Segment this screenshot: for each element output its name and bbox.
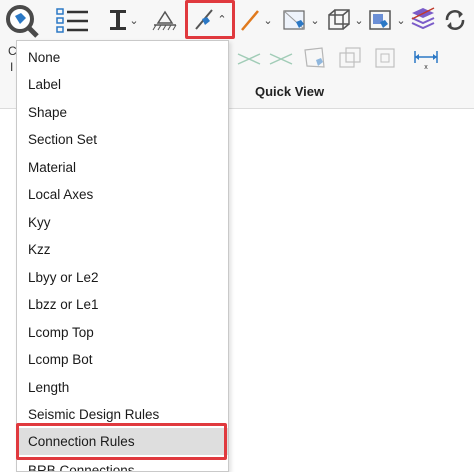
- list-button[interactable]: [52, 6, 92, 36]
- chevron-down-icon: ⌄: [354, 14, 364, 27]
- refresh-button[interactable]: [440, 6, 470, 34]
- search-tag-icon: [6, 5, 39, 38]
- menu-item-material[interactable]: Material: [17, 154, 228, 181]
- member-color-dropdown-button[interactable]: ⌄: [238, 6, 274, 34]
- panel-icon: [283, 10, 305, 30]
- panel-outline-button[interactable]: [370, 44, 400, 72]
- dimension-x-icon: x: [414, 51, 438, 70]
- member-label-highlight: [185, 0, 235, 39]
- panel-dropdown-button[interactable]: ⌄: [280, 6, 322, 34]
- chevron-down-icon: ⌄: [263, 14, 273, 27]
- member-merge-button[interactable]: [266, 46, 296, 72]
- layers-icon: [411, 7, 435, 30]
- member-split-button[interactable]: [234, 46, 264, 72]
- list-icon: [56, 8, 88, 33]
- panel-edit-button[interactable]: [298, 44, 330, 72]
- support-button[interactable]: [150, 6, 180, 34]
- ribbon-edge-text-2: I: [10, 60, 14, 74]
- menu-item-length[interactable]: Length: [17, 374, 228, 401]
- cube-icon: [328, 9, 351, 30]
- menu-item-local-axes[interactable]: Local Axes: [17, 181, 228, 208]
- member-merge-icon: [269, 53, 293, 65]
- menu-item-none[interactable]: None: [17, 44, 228, 71]
- cube-frame-button[interactable]: [334, 44, 366, 72]
- menu-item-section-set[interactable]: Section Set: [17, 126, 228, 153]
- cube-frame-icon: [339, 47, 361, 68]
- ibeam-icon: [110, 10, 127, 30]
- label-dropdown-menu: None Label Shape Section Set Material Lo…: [16, 40, 229, 472]
- member-split-icon: [237, 53, 261, 65]
- menu-item-lcomp-top[interactable]: Lcomp Top: [17, 319, 228, 346]
- menu-item-lcomp-bot[interactable]: Lcomp Bot: [17, 346, 228, 373]
- layers-button[interactable]: [408, 4, 438, 34]
- menu-item-lbzz[interactable]: Lbzz or Le1: [17, 291, 228, 318]
- dimension-x-button[interactable]: x: [410, 46, 442, 72]
- ibeam-dropdown-button[interactable]: ⌄: [106, 6, 142, 34]
- quick-view-group-label: Quick View: [255, 84, 325, 99]
- menu-item-kzz[interactable]: Kzz: [17, 236, 228, 263]
- chevron-down-icon: ⌄: [310, 14, 320, 27]
- member-color-icon: [241, 10, 260, 31]
- panel-edit-icon: [304, 47, 325, 68]
- support-icon: [152, 10, 177, 31]
- connection-rules-highlight: [16, 423, 227, 460]
- svg-text:x: x: [424, 64, 428, 70]
- cube-dropdown-button[interactable]: ⌄: [324, 6, 366, 34]
- menu-item-shape[interactable]: Shape: [17, 99, 228, 126]
- chevron-down-icon: ⌄: [396, 14, 406, 27]
- menu-item-label[interactable]: Label: [17, 71, 228, 98]
- search-tag-button[interactable]: [2, 4, 42, 38]
- menu-item-lbyy[interactable]: Lbyy or Le2: [17, 264, 228, 291]
- menu-item-kyy[interactable]: Kyy: [17, 209, 228, 236]
- refresh-icon: [445, 10, 465, 30]
- chevron-down-icon: ⌄: [129, 14, 139, 27]
- panel-outline-icon: [375, 48, 395, 68]
- frame-dropdown-button[interactable]: ⌄: [366, 6, 408, 34]
- frame-icon: [369, 10, 392, 30]
